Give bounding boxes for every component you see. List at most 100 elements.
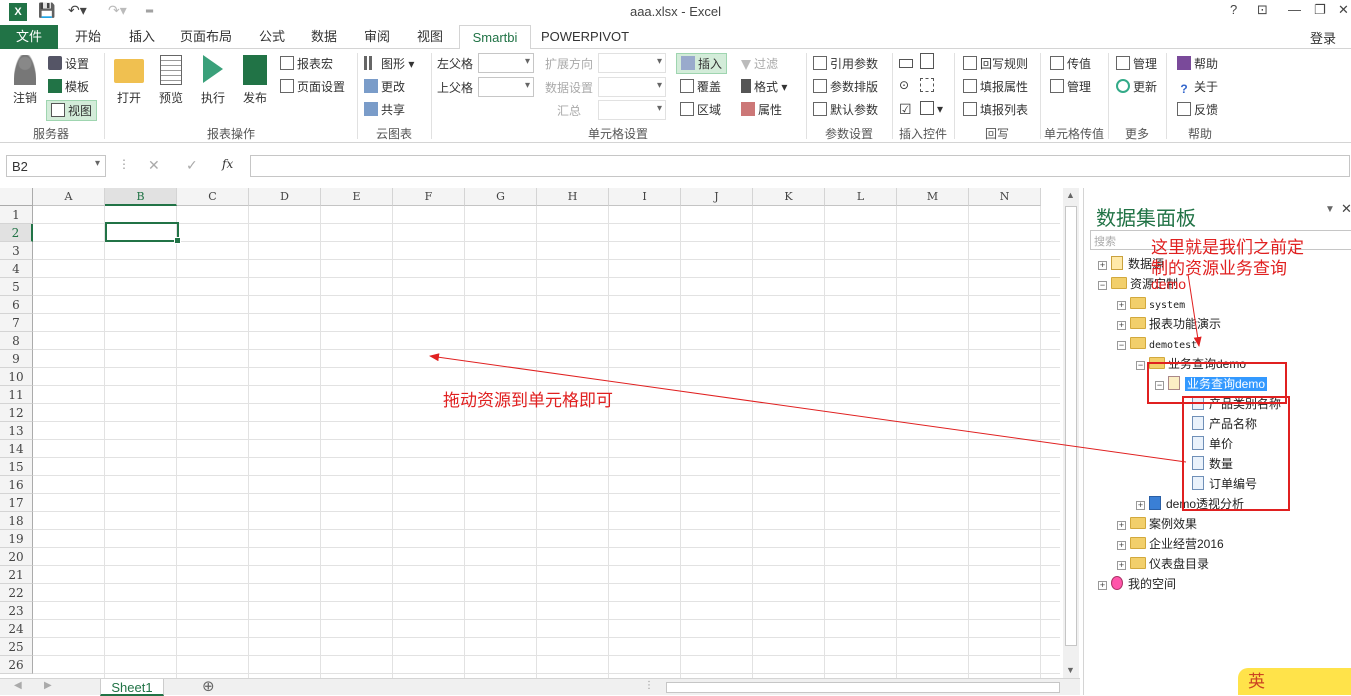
param-layout-button[interactable]: 参数排版 xyxy=(813,78,878,95)
attribute-button[interactable]: 属性 xyxy=(741,101,782,118)
page-setup-button[interactable]: 页面设置 xyxy=(280,78,345,95)
row-header-23[interactable]: 23 xyxy=(0,602,33,620)
column-header-h[interactable]: H xyxy=(537,188,609,206)
row-header-7[interactable]: 7 xyxy=(0,314,33,332)
column-header-l[interactable]: L xyxy=(825,188,897,206)
tree-node-my-space[interactable]: + 我的空间 xyxy=(1098,574,1176,594)
column-header-c[interactable]: C xyxy=(177,188,249,206)
format-button[interactable]: 格式 ▾ xyxy=(741,78,787,95)
collapse-icon[interactable]: − xyxy=(1098,281,1107,290)
row-header-10[interactable]: 10 xyxy=(0,368,33,386)
settings-button[interactable]: 设置 xyxy=(48,55,89,72)
manage-button[interactable]: 管理 xyxy=(1116,55,1157,72)
column-header-f[interactable]: F xyxy=(393,188,465,206)
report-macro-button[interactable]: 报表宏 xyxy=(280,55,333,72)
tree-node-case-effect[interactable]: + 案例效果 xyxy=(1117,514,1197,534)
checkbox-control-icon[interactable]: ☑ xyxy=(899,101,912,118)
vertical-scroll-thumb[interactable] xyxy=(1065,206,1077,646)
tab-smartbi[interactable]: Smartbi xyxy=(459,25,531,50)
tree-node-system[interactable]: + system xyxy=(1117,294,1185,314)
filter-button[interactable]: 过滤 xyxy=(741,55,778,72)
logout-button[interactable]: 注销 xyxy=(8,55,42,106)
tab-page-layout[interactable]: 页面布局 xyxy=(176,25,236,49)
pass-value-manage-button[interactable]: 管理 xyxy=(1050,78,1091,95)
row-header-4[interactable]: 4 xyxy=(0,260,33,278)
tab-data[interactable]: 数据 xyxy=(302,25,346,49)
fill-attr-button[interactable]: 填报属性 xyxy=(963,78,1028,95)
select-all-corner[interactable] xyxy=(0,188,33,206)
expand-icon[interactable]: + xyxy=(1098,261,1107,270)
sheet-tab-sheet1[interactable]: Sheet1 xyxy=(100,679,164,696)
template-button[interactable]: 模板 xyxy=(48,78,89,95)
tab-formulas[interactable]: 公式 xyxy=(250,25,294,49)
column-header-g[interactable]: G xyxy=(465,188,537,206)
row-header-21[interactable]: 21 xyxy=(0,566,33,584)
chart-button[interactable]: 图形 ▾ xyxy=(364,55,414,72)
tab-view[interactable]: 视图 xyxy=(408,25,452,49)
tab-home[interactable]: 开始 xyxy=(66,25,110,49)
row-header-25[interactable]: 25 xyxy=(0,638,33,656)
column-header-j[interactable]: J xyxy=(681,188,753,206)
row-header-11[interactable]: 11 xyxy=(0,386,33,404)
expand-icon[interactable]: + xyxy=(1117,561,1126,570)
tree-node-report-demo[interactable]: + 报表功能演示 xyxy=(1117,314,1221,334)
row-header-12[interactable]: 12 xyxy=(0,404,33,422)
column-header-a[interactable]: A xyxy=(33,188,105,206)
tree-node-dashboard[interactable]: + 仪表盘目录 xyxy=(1117,554,1209,574)
formula-input[interactable] xyxy=(250,155,1350,177)
column-header-d[interactable]: D xyxy=(249,188,321,206)
radio-control-icon[interactable]: ⊙ xyxy=(899,78,909,92)
row-header-26[interactable]: 26 xyxy=(0,656,33,674)
ref-param-button[interactable]: 引用参数 xyxy=(813,55,878,72)
preview-button[interactable]: 预览 xyxy=(154,55,188,106)
row-header-18[interactable]: 18 xyxy=(0,512,33,530)
cell-area[interactable] xyxy=(33,206,1060,678)
insert-mode-button[interactable]: 插入 xyxy=(676,53,728,74)
minimize-button[interactable]: — xyxy=(1288,2,1301,17)
horizontal-scrollbar[interactable] xyxy=(666,682,1060,693)
collapse-icon[interactable]: − xyxy=(1136,361,1145,370)
left-parent-select[interactable] xyxy=(478,53,534,73)
vertical-scrollbar[interactable]: ▲ ▼ xyxy=(1063,188,1079,678)
update-button[interactable]: 更新 xyxy=(1116,78,1157,95)
tree-node-enterprise[interactable]: + 企业经营2016 xyxy=(1117,534,1224,554)
column-header-e[interactable]: E xyxy=(321,188,393,206)
formula-bar-more-icon[interactable]: ⋮ xyxy=(118,157,130,171)
insert-function-icon[interactable]: fx xyxy=(222,157,233,171)
panel-close-icon[interactable]: ✕ xyxy=(1341,201,1351,217)
cancel-icon[interactable]: ✕ xyxy=(148,157,160,174)
maximize-button[interactable]: ❐ xyxy=(1314,2,1326,18)
tree-node-demotest[interactable]: − demotest xyxy=(1117,334,1197,354)
expand-icon[interactable]: + xyxy=(1117,321,1126,330)
column-header-k[interactable]: K xyxy=(753,188,825,206)
expand-icon[interactable]: + xyxy=(1117,521,1126,530)
close-button[interactable]: ✕ xyxy=(1338,2,1349,18)
tab-powerpivot[interactable]: POWERPIVOT xyxy=(538,25,632,49)
execute-button[interactable]: 执行 xyxy=(196,55,230,106)
pass-value-button[interactable]: 传值 xyxy=(1050,55,1091,72)
column-header-m[interactable]: M xyxy=(897,188,969,206)
feedback-button[interactable]: 反馈 xyxy=(1177,101,1218,118)
panel-options-icon[interactable]: ▼ xyxy=(1325,204,1335,215)
row-header-19[interactable]: 19 xyxy=(0,530,33,548)
column-header-b[interactable]: B xyxy=(105,188,177,206)
row-header-14[interactable]: 14 xyxy=(0,440,33,458)
row-header-8[interactable]: 8 xyxy=(0,332,33,350)
expand-icon[interactable]: + xyxy=(1117,301,1126,310)
tab-file[interactable]: 文件 xyxy=(0,25,58,49)
sign-in-link[interactable]: 登录 xyxy=(1310,28,1336,47)
row-header-9[interactable]: 9 xyxy=(0,350,33,368)
column-header-n[interactable]: N xyxy=(969,188,1041,206)
fill-list-button[interactable]: 填报列表 xyxy=(963,101,1028,118)
ribbon-display-options-icon[interactable]: ⊡ xyxy=(1257,2,1268,18)
share-button[interactable]: 共享 xyxy=(364,101,405,118)
prev-sheet-icon[interactable]: ◀ xyxy=(14,680,22,691)
list-control-icon[interactable] xyxy=(920,53,937,70)
row-header-3[interactable]: 3 xyxy=(0,242,33,260)
collapse-icon[interactable]: − xyxy=(1117,341,1126,350)
tab-insert[interactable]: 插入 xyxy=(120,25,164,49)
row-header-6[interactable]: 6 xyxy=(0,296,33,314)
row-header-20[interactable]: 20 xyxy=(0,548,33,566)
change-chart-button[interactable]: 更改 xyxy=(364,78,405,95)
expand-icon[interactable]: + xyxy=(1136,501,1145,510)
